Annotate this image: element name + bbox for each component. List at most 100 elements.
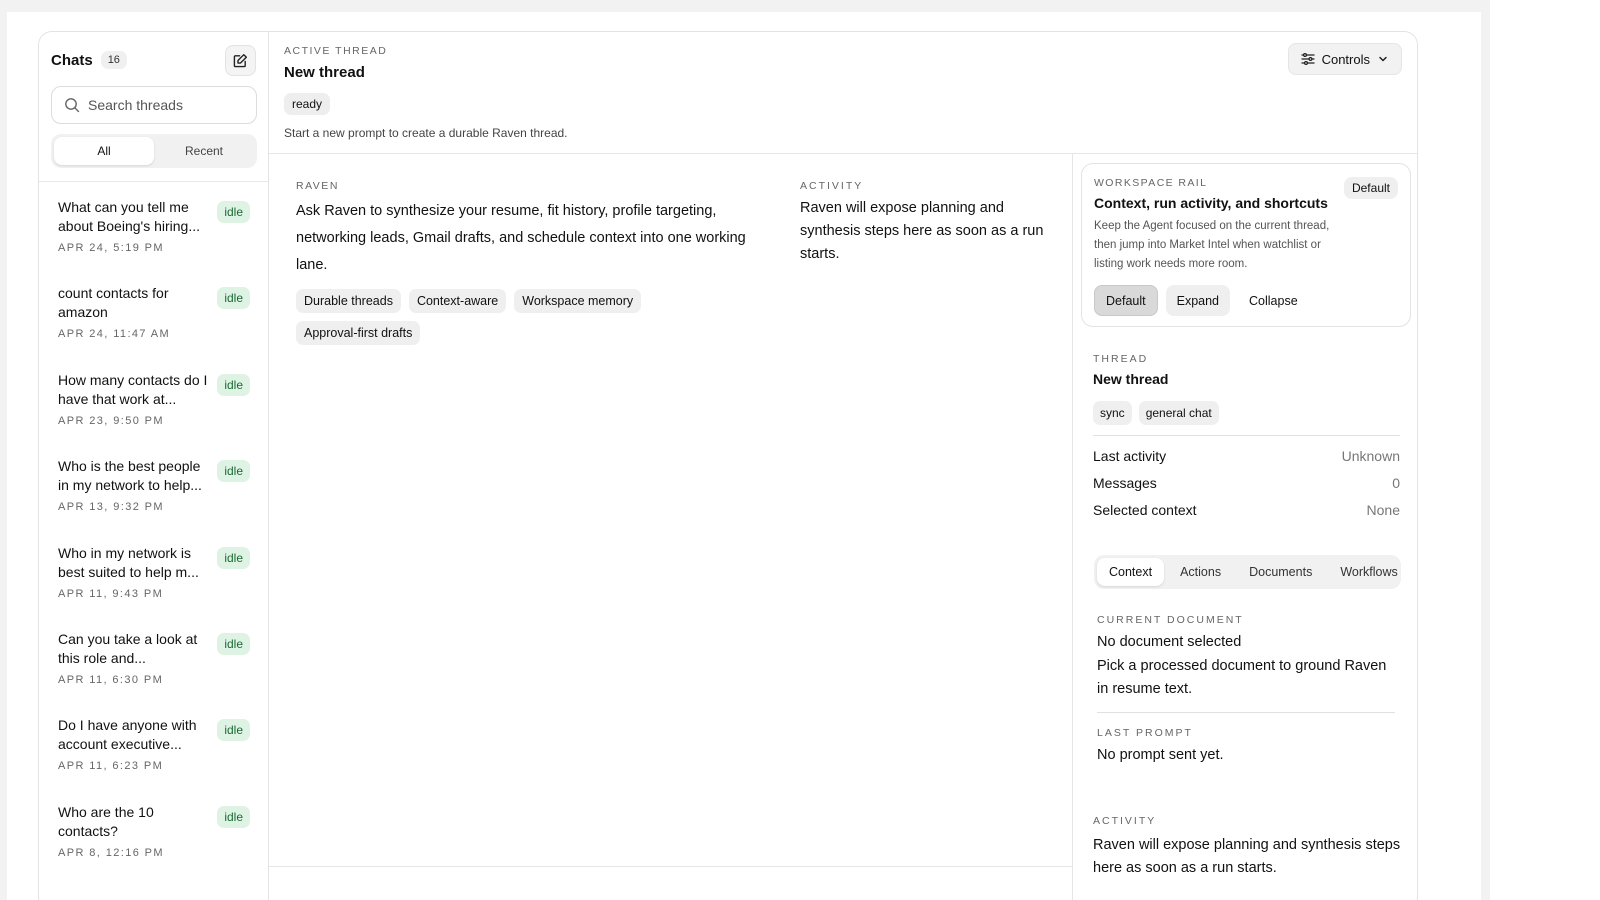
collapse-button[interactable]: Collapse xyxy=(1238,285,1309,316)
thread-meta-row: Last activity Unknown xyxy=(1093,448,1400,464)
thread-item[interactable]: Do I have anyone with account executive.… xyxy=(39,710,269,796)
feature-tag: Workspace memory xyxy=(514,289,642,313)
thread-title: Can you take a look at this role and... xyxy=(58,630,198,666)
activity-text: Raven will expose planning and synthesis… xyxy=(800,200,1044,262)
thread-chip: sync xyxy=(1093,401,1132,425)
app-shell: Chats 16 All Recent What can you tell me… xyxy=(38,31,1418,900)
new-chat-button[interactable] xyxy=(225,44,256,76)
thread-timestamp: APR 13, 9:32 PM xyxy=(58,501,164,514)
thread-title: Who are the 10 contacts? xyxy=(58,803,154,839)
tab-context[interactable]: Context xyxy=(1097,558,1165,586)
tab-documents[interactable]: Documents xyxy=(1237,558,1324,586)
header-eyebrow: ACTIVE THREAD xyxy=(284,45,388,57)
meta-label: Messages xyxy=(1093,475,1157,491)
feature-tags: Durable threads Context-aware Workspace … xyxy=(296,289,716,345)
rail-mode-badge: Default xyxy=(1343,177,1398,199)
compose-icon xyxy=(233,53,248,67)
main-panel: ACTIVE THREAD New thread ready Start a n… xyxy=(269,32,1417,900)
chat-count-badge: 16 xyxy=(100,51,127,69)
workspace-rail-eyebrow: WORKSPACE RAIL xyxy=(1094,177,1208,189)
status-badge: idle xyxy=(217,805,250,828)
meta-label: Selected context xyxy=(1093,502,1197,518)
status-badge: idle xyxy=(217,719,250,742)
status-badge: idle xyxy=(217,287,250,310)
sidebar-header: Chats 16 xyxy=(51,44,256,76)
current-document-title: No document selected xyxy=(1097,634,1242,650)
thread-item[interactable]: Who is the best people in my network to … xyxy=(39,451,269,537)
feature-tag: Durable threads xyxy=(296,289,401,313)
feature-tag: Approval-first drafts xyxy=(296,321,421,345)
current-document-eyebrow: CURRENT DOCUMENT xyxy=(1097,614,1244,626)
raven-intro-message: Ask Raven to synthesize your resume, fit… xyxy=(296,203,746,273)
composer-divider xyxy=(269,866,1072,867)
thread-item[interactable]: count contacts for amazon APR 24, 11:47 … xyxy=(39,278,269,364)
tab-actions[interactable]: Actions xyxy=(1168,558,1233,586)
meta-value: None xyxy=(1366,502,1400,518)
sidebar-title: Chats xyxy=(51,51,93,69)
thread-meta-row: Selected context None xyxy=(1093,502,1400,518)
thread-title: Who in my network is best suited to help… xyxy=(58,544,199,580)
last-prompt-eyebrow: LAST PROMPT xyxy=(1097,727,1193,739)
page-title: New thread xyxy=(284,64,365,81)
activity-label: ACTIVITY xyxy=(800,180,864,192)
sidebar-divider xyxy=(39,181,268,182)
rail-tabs: Context Actions Documents Workflows xyxy=(1094,555,1401,589)
right-gutter xyxy=(1490,0,1600,900)
chats-sidebar: Chats 16 All Recent What can you tell me… xyxy=(39,32,269,900)
controls-label: Controls xyxy=(1321,51,1370,67)
thread-timestamp: APR 11, 6:30 PM xyxy=(58,673,164,686)
thread-timestamp: APR 24, 11:47 AM xyxy=(58,328,171,341)
status-badge: idle xyxy=(217,373,250,396)
rail-divider xyxy=(1093,435,1400,436)
filter-recent-tab[interactable]: Recent xyxy=(154,137,254,165)
meta-value: Unknown xyxy=(1341,448,1400,464)
thread-timestamp: APR 11, 9:43 PM xyxy=(58,587,164,600)
thread-item[interactable]: Who are the 10 contacts? APR 8, 12:16 PM… xyxy=(39,797,269,883)
thread-filter: All Recent xyxy=(51,134,257,168)
thread-timestamp: APR 24, 5:19 PM xyxy=(58,242,164,254)
current-document-text: Pick a processed document to ground Rave… xyxy=(1097,658,1387,697)
rail-activity-text: Raven will expose planning and synthesis… xyxy=(1093,837,1401,876)
status-badge: idle xyxy=(217,460,250,483)
chevron-down-icon xyxy=(1379,56,1387,62)
default-button[interactable]: Default xyxy=(1094,285,1158,316)
thread-title: Who is the best people in my network to … xyxy=(58,458,202,494)
meta-label: Last activity xyxy=(1093,448,1167,464)
thread-item[interactable]: How many contacts do I have that work at… xyxy=(39,365,269,451)
thread-list: What can you tell me about Boeing's hiri… xyxy=(39,192,269,883)
status-badge: ready xyxy=(284,93,331,115)
expand-button[interactable]: Expand xyxy=(1165,285,1231,316)
thread-chip: general chat xyxy=(1138,401,1219,425)
filter-all-tab[interactable]: All xyxy=(54,137,154,165)
last-prompt-text: No prompt sent yet. xyxy=(1097,747,1224,763)
thread-meta-row: Messages 0 xyxy=(1093,475,1400,491)
thread-section-eyebrow: THREAD xyxy=(1093,353,1149,365)
thread-chips: sync general chat xyxy=(1093,401,1219,425)
rail-activity-eyebrow: ACTIVITY xyxy=(1093,815,1157,827)
thread-title: count contacts for amazon xyxy=(58,285,169,321)
rail-mode-buttons: Default Expand Collapse xyxy=(1094,285,1309,316)
tab-workflows[interactable]: Workflows xyxy=(1328,558,1401,586)
conversation-area: RAVEN Ask Raven to synthesize your resum… xyxy=(269,154,1072,900)
status-badge: idle xyxy=(217,201,250,223)
thread-section-title: New thread xyxy=(1093,371,1169,387)
workspace-rail-card: WORKSPACE RAIL Default Context, run acti… xyxy=(1081,163,1411,327)
controls-button[interactable]: Controls xyxy=(1287,43,1402,75)
thread-item[interactable]: Who in my network is best suited to help… xyxy=(39,538,269,624)
rail-divider xyxy=(1097,712,1395,713)
header-hint: Start a new prompt to create a durable R… xyxy=(284,126,568,140)
workspace-rail-title: Context, run activity, and shortcuts xyxy=(1094,195,1328,211)
thread-timestamp: APR 23, 9:50 PM xyxy=(58,414,164,427)
search-box[interactable] xyxy=(51,86,257,124)
sliders-icon xyxy=(1300,52,1315,66)
thread-title: What can you tell me about Boeing's hiri… xyxy=(58,199,200,234)
workspace-rail: WORKSPACE RAIL Default Context, run acti… xyxy=(1072,154,1417,900)
search-icon xyxy=(65,98,80,113)
raven-label: RAVEN xyxy=(296,180,339,192)
search-input[interactable] xyxy=(88,97,248,113)
thread-item[interactable]: What can you tell me about Boeing's hiri… xyxy=(39,192,269,278)
thread-title: Do I have anyone with account executive.… xyxy=(58,717,197,753)
workspace-rail-description: Keep the Agent focused on the current th… xyxy=(1094,220,1330,270)
thread-timestamp: APR 11, 6:23 PM xyxy=(58,760,164,773)
thread-item[interactable]: Can you take a look at this role and... … xyxy=(39,624,269,710)
